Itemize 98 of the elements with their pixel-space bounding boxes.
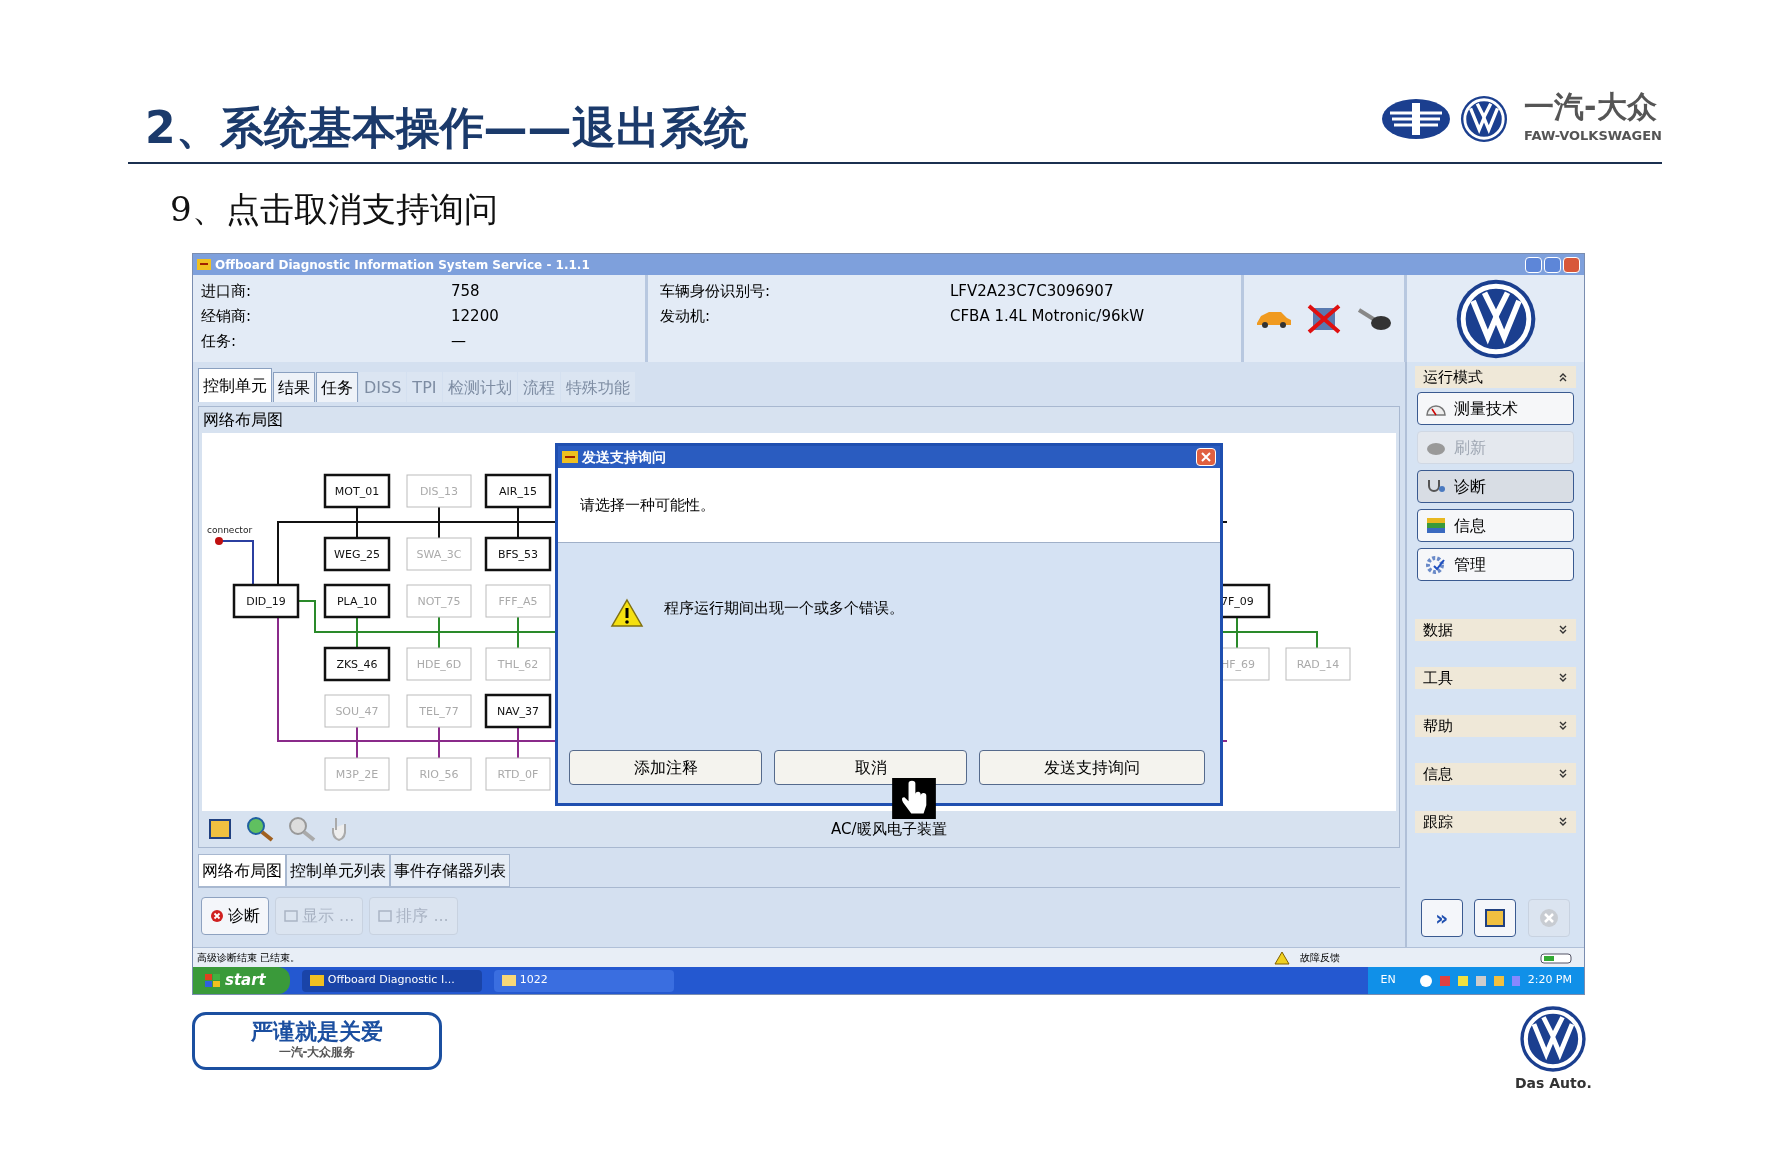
app-icon [562,451,578,463]
feedback-label: 故障反馈 [1300,951,1340,965]
dialog-title: 发送支持询问 [582,447,666,467]
gear-icon [1426,555,1446,574]
pan-hand-icon [329,816,349,842]
sidebar-section-title: 运行模式 [1423,366,1483,388]
close-button[interactable] [1563,256,1580,273]
control-unit-node[interactable]: ZKS_46 [323,646,391,682]
dialog-button[interactable]: 发送支持询问 [979,750,1205,785]
sort-icon [378,909,393,923]
vw-logo [1460,94,1509,143]
sidebar-section[interactable]: 数据 [1415,619,1576,641]
mode-button[interactable]: 诊断 [1417,470,1574,503]
language-indicator: EN [1380,972,1396,989]
slide-title: 2、系统基本操作——退出系统 [145,105,748,150]
control-unit-node[interactable]: WEG_25 [323,536,391,572]
info-label: 经销商: [201,306,253,327]
collapse-icon [1558,372,1568,382]
tray-icon [1493,975,1504,986]
status-message: 高级诊断结束 已结束。 [197,951,301,965]
view-tab[interactable]: 控制单元列表 [286,854,390,887]
sidebar-section[interactable]: 信息 [1415,763,1576,785]
list-icon [284,909,298,923]
expand-icon [1558,769,1568,779]
start-button[interactable]: start [193,967,290,994]
connector-label: connector [207,525,253,535]
expand-icon [1558,625,1568,635]
zoom-in-icon [245,816,275,842]
action-button[interactable]: 诊断 [201,897,269,935]
warning-icon [1274,950,1290,965]
tab[interactable]: 结果 [273,372,315,402]
tray-icon [1511,975,1520,986]
info-value: LFV2A23C7C3096907 [950,281,1115,302]
vw-logo [1519,1005,1588,1073]
sidebar-section[interactable]: 帮助 [1415,715,1576,737]
info-value: — [451,331,467,352]
info-label: 发动机: [660,306,712,327]
tray-icon [1439,975,1450,986]
window-title: Offboard Diagnostic Information System Service - 1.1.1 [215,256,590,274]
view-tab[interactable]: 事件存储器列表 [390,854,510,887]
info-label: 进口商: [201,281,253,302]
mode-button[interactable]: 测量技术 [1417,392,1574,425]
app-icon [309,975,324,986]
dialog-button[interactable]: 取消 [774,750,967,785]
sidebar-section[interactable]: 跟踪 [1415,811,1576,833]
expand-icon [1558,721,1568,731]
clock: 2:20 PM [1527,972,1572,989]
expand-icon [1558,817,1568,827]
service-label: 一汽-大众服务 [278,1044,356,1061]
taskbar-item[interactable]: Offboard Diagnostic I... [301,969,482,992]
dialog-prompt: 请选择一种可能性。 [580,494,715,516]
expand-icon [1558,673,1568,683]
folder-icon [501,975,516,986]
step-text: 9、点击取消支持询问 [170,191,498,226]
view-tab[interactable]: 网络布局图 [198,854,286,887]
zoom-out-icon [287,816,317,842]
close-button[interactable] [1196,448,1216,466]
taskbar-item[interactable]: 1022 [493,969,674,992]
fit-button[interactable] [1474,899,1517,937]
books-icon [1426,516,1446,535]
control-unit-node[interactable]: NAV_37 [484,693,552,729]
info-value: CFBA 1.4L Motronic/96kW [950,306,1145,327]
connector-dot [215,537,223,545]
control-unit-node[interactable]: MOT_01 [323,473,391,509]
control-unit-node[interactable]: PLA_10 [323,583,391,619]
fit-view-icon [207,817,233,841]
dialog-button[interactable]: 添加注释 [569,750,762,785]
tagline: Das Auto. [1515,1074,1592,1093]
windows-logo [205,973,221,988]
info-value: 12200 [451,306,500,327]
app-icon [197,259,211,270]
close-icon [1201,452,1211,462]
info-value: 758 [451,281,481,302]
tab[interactable]: 任务 [316,372,358,402]
error-message: 程序运行期间出现一个或多个错误。 [664,597,904,619]
selected-unit-label: AC/暖风电子装置 [831,818,947,840]
info-label: 任务: [201,331,238,352]
brand-name-latin: FAW-VOLKSWAGEN [1524,127,1662,145]
control-unit-node[interactable]: AIR_15 [484,473,552,509]
tray-icon [1457,975,1468,986]
tab[interactable]: 控制单元 [198,368,272,402]
brand-name: 一汽-大众 [1524,92,1658,122]
control-unit-node[interactable]: BFS_53 [484,536,552,572]
forward-button[interactable]: » [1420,899,1463,937]
sidebar-section[interactable]: 工具 [1415,667,1576,689]
warning-icon [610,598,644,628]
fit-view-icon [1484,908,1507,928]
stop-icon [1538,907,1561,929]
control-unit-node[interactable]: DID_19 [232,583,300,619]
mode-button[interactable]: 管理 [1417,548,1574,581]
slogan: 严谨就是关爱 [251,1021,383,1043]
restore-button[interactable] [1544,256,1561,273]
error-icon [210,909,224,923]
mode-button[interactable]: 信息 [1417,509,1574,542]
panel-title: 网络布局图 [202,409,284,431]
monitor-icon [1475,975,1486,986]
info-label: 车辆身份识别号: [660,281,772,302]
minimize-button[interactable] [1525,256,1542,273]
